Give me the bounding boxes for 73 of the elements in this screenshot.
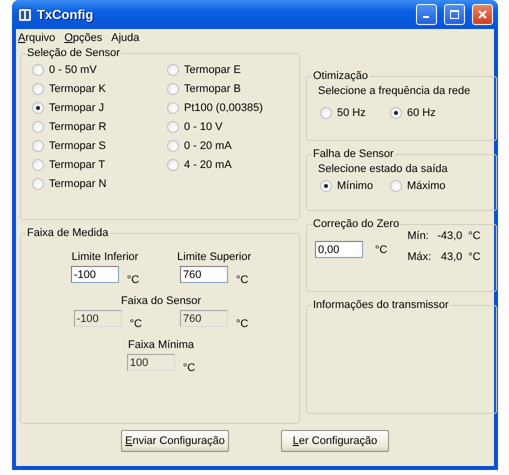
radio-button[interactable] (32, 102, 44, 114)
field-label: Limite Superior (177, 251, 252, 263)
prompt-text: Selecione a frequência da rede (317, 84, 472, 97)
radio-button[interactable] (390, 180, 402, 192)
group-title: Faixa de Medida (26, 227, 110, 239)
limit-label: Mín: (407, 230, 430, 242)
radio-button[interactable] (32, 64, 44, 76)
radio-label[interactable]: Pt100 (0,00385) (184, 102, 263, 114)
menu-item[interactable]: Opções (64, 32, 102, 47)
radio-button[interactable] (32, 158, 44, 170)
group-title: Informações do transmissor (312, 299, 450, 311)
radio-label[interactable]: Termopar B (184, 82, 241, 94)
close-button[interactable] (472, 4, 493, 25)
limit-value: 43,0 (440, 251, 462, 263)
menu-item[interactable]: Ajuda (111, 32, 140, 47)
maximize-icon (449, 9, 460, 20)
field-label: Limite Inferior (72, 251, 138, 263)
radio-button[interactable] (32, 140, 44, 152)
unit-label: °C (375, 244, 388, 256)
unit-label: °C (468, 230, 481, 242)
radio-button[interactable] (320, 180, 332, 192)
radio-button[interactable] (320, 107, 332, 119)
window-title: TxConfig (37, 7, 94, 22)
radio-label[interactable]: 60 Hz (407, 107, 436, 119)
radio-label[interactable]: 4 - 20 mA (184, 158, 232, 170)
radio-label[interactable]: Termopar E (184, 64, 241, 76)
action-button[interactable]: Ler Configuração (281, 430, 389, 452)
radio-label[interactable]: Termopar K (49, 82, 106, 94)
unit-label: °C (130, 318, 142, 330)
field-label: Faixa do Sensor (120, 295, 202, 307)
app-icon (18, 8, 32, 22)
field-label: Faixa Mínima (128, 339, 194, 351)
radio-button[interactable] (167, 64, 179, 76)
radio-button[interactable] (167, 140, 179, 152)
group-title: Correção do Zero (312, 218, 400, 230)
radio-button[interactable] (167, 82, 179, 94)
radio-label[interactable]: Termopar J (49, 102, 104, 114)
radio-label[interactable]: 0 - 50 mV (49, 64, 97, 76)
radio-label[interactable]: Termopar R (49, 120, 106, 132)
radio-button[interactable] (32, 178, 44, 190)
radio-label[interactable]: Mínimo (337, 180, 374, 192)
radio-label[interactable]: Termopar S (49, 140, 106, 152)
text-field[interactable]: 760 (180, 266, 228, 283)
minimize-button[interactable] (416, 4, 437, 25)
unit-label: °C (236, 274, 248, 286)
group-title: Falha de Sensor (312, 148, 395, 160)
radio-label[interactable]: Termopar T (49, 158, 106, 170)
limit-value: -43,0 (437, 230, 462, 242)
radio-label[interactable]: 50 Hz (337, 107, 366, 119)
limit-label: Máx: (407, 251, 432, 263)
unit-label: °C (126, 274, 140, 286)
radio-label[interactable]: 0 - 20 mA (184, 140, 232, 152)
group-title: Seleção de Sensor (26, 47, 121, 59)
close-icon (477, 9, 488, 20)
unit-label: °C (468, 251, 481, 263)
unit-label: °C (236, 318, 248, 330)
radio-button[interactable] (167, 102, 179, 114)
radio-label[interactable]: Máximo (407, 180, 446, 192)
text-field[interactable]: 0,00 (315, 241, 363, 258)
group-title: Otimização (312, 70, 370, 82)
radio-button[interactable] (167, 158, 179, 170)
radio-button[interactable] (390, 107, 402, 119)
radio-button[interactable] (32, 120, 44, 132)
radio-button[interactable] (32, 82, 44, 94)
radio-button[interactable] (167, 120, 179, 132)
radio-label[interactable]: 0 - 10 V (184, 120, 223, 132)
action-button[interactable]: Enviar Configuração (121, 430, 229, 452)
radio-label[interactable]: Termopar N (49, 178, 106, 190)
menu-item[interactable]: Arquivo (18, 32, 56, 47)
text-field[interactable]: -100 (70, 266, 119, 283)
unit-label: °C (182, 362, 196, 374)
maximize-button[interactable] (444, 4, 465, 25)
prompt-text: Selecione estado da saída (317, 162, 449, 175)
